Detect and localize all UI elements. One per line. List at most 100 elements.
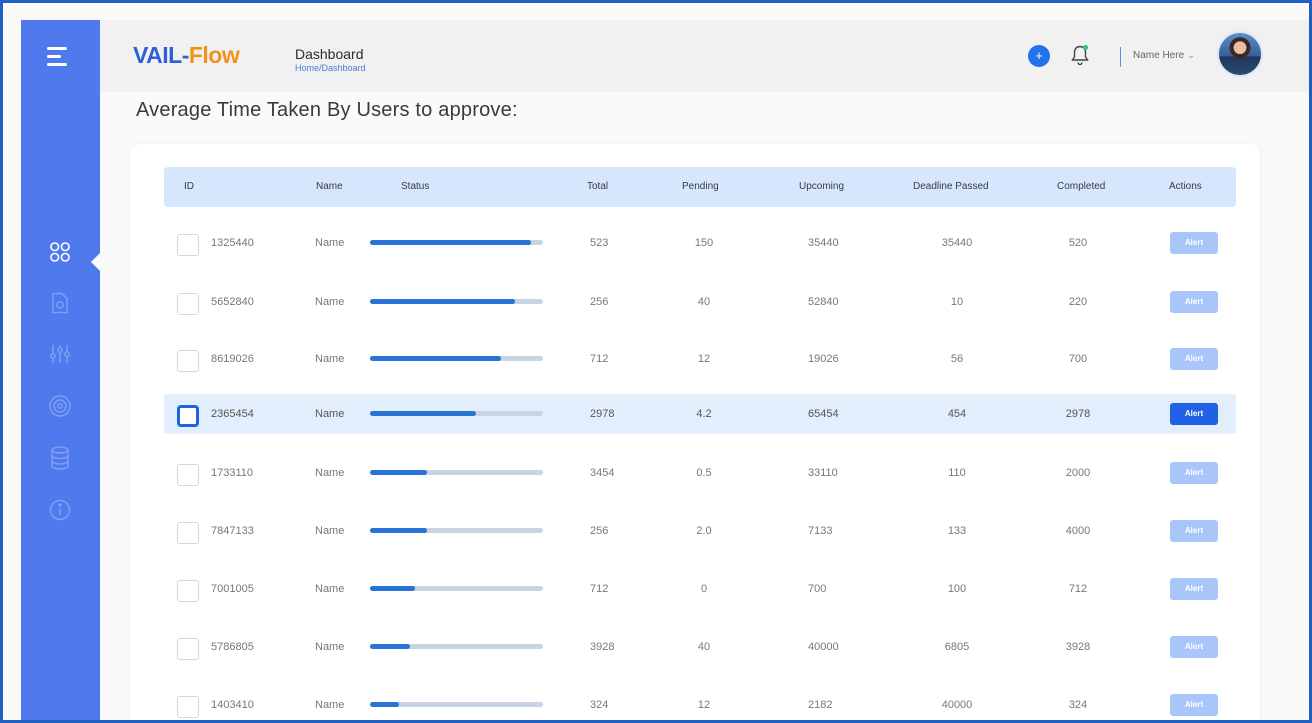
cell-deadline-passed: 40000 (941, 699, 973, 711)
app-logo[interactable]: VAIL-Flow (133, 42, 240, 69)
status-progress-fill (370, 702, 400, 707)
cell-upcoming: 35440 (808, 237, 839, 249)
row-checkbox[interactable] (177, 522, 199, 544)
table-row[interactable]: 1403410 Name 324 12 2182 40000 324 Alert (164, 685, 1236, 720)
cell-name: Name (315, 699, 345, 711)
status-progress-bar (370, 644, 543, 649)
user-menu[interactable]: Name Here ⌄ (1133, 50, 1195, 61)
status-progress-bar (370, 299, 543, 304)
cell-deadline-passed: 35440 (941, 237, 973, 249)
cell-upcoming: 2182 (808, 699, 833, 711)
app-frame: VAIL-Flow Dashboard Home/Dashboard + Nam… (0, 0, 1312, 723)
nav-item-documents[interactable] (46, 289, 74, 317)
nav-item-dashboard[interactable] (46, 238, 74, 266)
status-progress-fill (370, 356, 502, 361)
sliders-icon (50, 345, 70, 363)
cell-name: Name (315, 237, 345, 249)
cell-completed: 220 (1068, 296, 1088, 308)
cell-name: Name (315, 408, 345, 420)
cell-pending: 150 (694, 237, 714, 249)
row-checkbox[interactable] (177, 638, 199, 660)
status-progress-bar (370, 702, 543, 707)
row-checkbox[interactable] (177, 350, 199, 372)
bell-icon (1071, 44, 1089, 66)
table-row[interactable]: 5786805 Name 3928 40 40000 6805 3928 Alert (164, 627, 1236, 667)
sidebar (21, 20, 100, 720)
row-checkbox[interactable] (177, 405, 199, 427)
alert-button[interactable]: Alert (1170, 636, 1218, 658)
alert-button[interactable]: Alert (1170, 291, 1218, 313)
grid-icon (50, 242, 70, 262)
status-progress-bar (370, 356, 543, 361)
cell-name: Name (315, 353, 345, 365)
status-progress-bar (370, 411, 543, 416)
nav-item-settings[interactable] (46, 340, 74, 368)
info-icon (49, 499, 71, 521)
col-header-upcoming: Upcoming (799, 181, 845, 192)
status-progress-bar (370, 240, 543, 245)
header-divider (1120, 47, 1121, 67)
cell-completed: 712 (1068, 583, 1088, 595)
cell-pending: 0 (700, 583, 708, 595)
col-header-id: ID (184, 181, 194, 192)
status-progress-bar (370, 470, 543, 475)
table-row[interactable]: 1733110 Name 3454 0.5 33110 110 2000 Alert (164, 453, 1236, 493)
cell-completed: 520 (1068, 237, 1088, 249)
row-checkbox[interactable] (177, 234, 199, 256)
cell-name: Name (315, 525, 345, 537)
row-checkbox[interactable] (177, 293, 199, 315)
hamburger-menu-icon[interactable] (47, 47, 73, 69)
cell-upcoming: 52840 (808, 296, 839, 308)
cell-total: 256 (590, 296, 609, 308)
alert-button[interactable]: Alert (1170, 232, 1218, 254)
section-heading: Average Time Taken By Users to approve: (136, 99, 518, 121)
cell-id: 1403410 (211, 699, 254, 711)
cell-id: 5786805 (211, 641, 254, 653)
breadcrumb[interactable]: Home/Dashboard (295, 63, 366, 73)
table-row[interactable]: 1325440 Name 523 150 35440 35440 520 Alert (164, 223, 1236, 263)
cell-pending: 40 (697, 641, 711, 653)
alert-button[interactable]: Alert (1170, 462, 1218, 484)
nav-item-database[interactable] (46, 444, 74, 472)
status-progress-fill (370, 299, 516, 304)
cell-total: 256 (590, 525, 609, 537)
cell-pending: 2.0 (696, 525, 712, 537)
cell-deadline-passed: 6805 (944, 641, 970, 653)
cell-deadline-passed: 133 (947, 525, 967, 537)
status-progress-fill (370, 240, 531, 245)
add-button[interactable]: + (1028, 45, 1050, 67)
status-progress-bar (370, 586, 543, 591)
cell-deadline-passed: 454 (947, 408, 967, 420)
nav-item-info[interactable] (46, 496, 74, 524)
chevron-down-icon: ⌄ (1186, 50, 1196, 61)
table-row[interactable]: 2365454 Name 2978 4.2 65454 454 2978 Alert (164, 394, 1236, 434)
cell-total: 324 (590, 699, 609, 711)
notification-button[interactable] (1070, 44, 1090, 71)
logo-text-vail: VAIL (133, 42, 182, 68)
user-name-label: Name Here (1133, 50, 1185, 61)
nav-item-targets[interactable] (46, 392, 74, 420)
table-row[interactable]: 5652840 Name 256 40 52840 10 220 Alert (164, 282, 1236, 322)
row-checkbox[interactable] (177, 580, 199, 602)
alert-button[interactable]: Alert (1170, 578, 1218, 600)
table-row[interactable]: 7847133 Name 256 2.0 7133 133 4000 Alert (164, 511, 1236, 551)
cell-upcoming: 65454 (808, 408, 839, 420)
cell-completed: 2000 (1065, 467, 1091, 479)
table-row[interactable]: 7001005 Name 712 0 700 100 712 Alert (164, 569, 1236, 609)
avatar[interactable] (1217, 31, 1263, 77)
cell-completed: 324 (1068, 699, 1088, 711)
cell-name: Name (315, 296, 345, 308)
row-checkbox[interactable] (177, 696, 199, 718)
cell-name: Name (315, 641, 345, 653)
cell-id: 5652840 (211, 296, 254, 308)
target-icon (49, 395, 71, 417)
alert-button[interactable]: Alert (1170, 403, 1218, 425)
cell-total: 3928 (590, 641, 615, 653)
alert-button[interactable]: Alert (1170, 694, 1218, 716)
row-checkbox[interactable] (177, 464, 199, 486)
top-header: VAIL-Flow Dashboard Home/Dashboard + Nam… (100, 20, 1309, 92)
table-row[interactable]: 8619026 Name 712 12 19026 56 700 Alert (164, 339, 1236, 379)
alert-button[interactable]: Alert (1170, 348, 1218, 370)
logo-text-flow: Flow (188, 42, 240, 68)
alert-button[interactable]: Alert (1170, 520, 1218, 542)
